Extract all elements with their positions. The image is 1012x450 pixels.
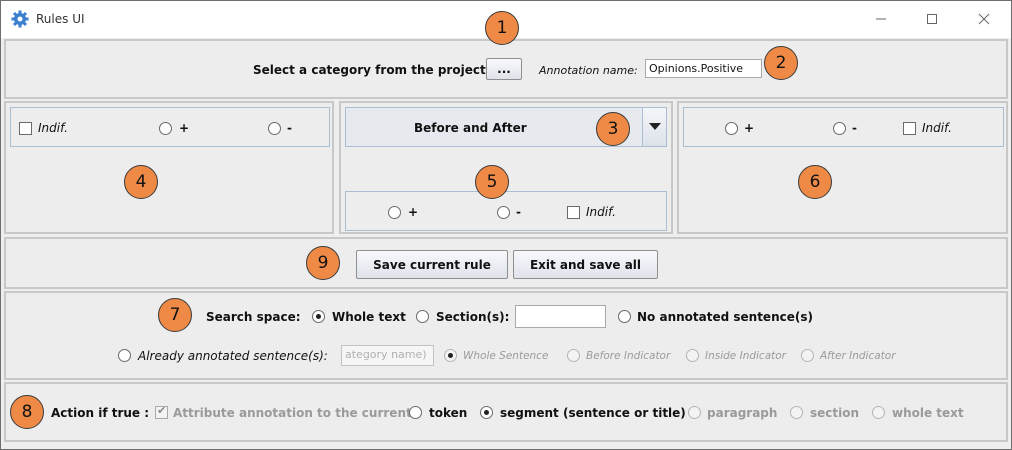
whole-sentence-radio[interactable] [444,349,457,362]
middle-minus-label: - [516,205,521,219]
category-label: Select a category from the project: [253,63,491,77]
already-annotated-radio[interactable] [118,349,131,362]
search-space-panel: Search space: Whole text Section(s): No … [4,291,1008,380]
annotation-name-label: Annotation name: [539,64,638,77]
callout-7: 7 [158,298,192,332]
close-icon[interactable] [964,7,1004,31]
whole-text-action-radio[interactable] [872,406,885,419]
paragraph-radio[interactable] [688,406,701,419]
after-indicator-radio[interactable] [801,349,814,362]
sections-radio[interactable] [416,310,429,323]
before-indicator-label: Before Indicator [586,350,671,362]
before-indicator-radio[interactable] [567,349,580,362]
context-dropdown-value: Before and After [414,121,527,135]
minimize-icon[interactable] [861,7,901,31]
before-indif-label: Indif. [38,121,68,135]
callout-6: 6 [798,165,832,199]
whole-sentence-label: Whole Sentence [463,350,549,362]
after-plus-label: + [744,121,755,135]
callout-3: 3 [596,112,630,146]
before-minus-radio[interactable] [268,122,281,135]
token-label: token [429,406,468,420]
chevron-down-icon[interactable] [642,108,666,146]
no-annotated-label: No annotated sentence(s) [637,310,813,324]
inside-indicator-label: Inside Indicator [705,350,787,362]
after-indicator-label: After Indicator [820,350,896,362]
section-label: section [810,406,860,420]
window-title: Rules UI [36,12,85,26]
whole-text-label: Whole text [332,310,406,324]
callout-4: 4 [124,165,158,199]
middle-indif-label: Indif. [586,205,616,219]
save-current-rule-button[interactable]: Save current rule [356,250,508,279]
callout-9: 9 [306,246,340,280]
browse-category-button[interactable]: ... [486,58,522,80]
callout-5: 5 [475,165,509,199]
callout-2: 2 [764,46,798,80]
segment-radio[interactable] [480,406,493,419]
after-minus-label: - [852,121,857,135]
segment-label: segment (sentence or title) [500,406,686,420]
before-indif-checkbox[interactable] [19,122,32,135]
before-plus-label: + [179,121,190,135]
maximize-icon[interactable] [912,7,952,31]
after-indif-label: Indif. [922,121,952,135]
middle-plus-radio[interactable] [388,206,401,219]
rule-actions-panel: Save current rule Exit and save all [4,237,1008,289]
middle-indif-checkbox[interactable] [567,206,580,219]
after-indif-checkbox[interactable] [903,122,916,135]
whole-text-action-label: whole text [892,406,964,420]
middle-options-row: + - Indif. [345,191,667,231]
middle-minus-radio[interactable] [497,206,510,219]
rules-ui-window: Rules UI Select a category from the proj… [0,0,1012,450]
action-if-true-label: Action if true : [51,406,150,420]
before-options-row: Indif. + - [10,107,330,147]
sections-label: Section(s): [436,310,510,324]
after-context-panel: + - Indif. [677,101,1008,234]
category-panel: Select a category from the project: ... … [4,39,1008,99]
middle-plus-label: + [408,205,419,219]
callout-1: 1 [485,11,519,45]
inside-indicator-radio[interactable] [686,349,699,362]
whole-text-radio[interactable] [312,310,325,323]
gear-icon [11,10,29,28]
attribute-annotation-label: Attribute annotation to the current: [173,406,417,420]
already-annotated-label: Already annotated sentence(s): [138,349,328,363]
annotation-name-field[interactable]: Opinions.Positive [645,59,762,78]
after-minus-radio[interactable] [833,122,846,135]
exit-and-save-all-button[interactable]: Exit and save all [513,250,658,279]
no-annotated-radio[interactable] [618,310,631,323]
before-plus-radio[interactable] [159,122,172,135]
before-minus-label: - [287,121,292,135]
sections-field[interactable] [515,305,606,328]
callout-8: 8 [10,395,44,429]
after-options-row: + - Indif. [683,107,1004,147]
search-space-label: Search space: [206,310,301,324]
section-radio[interactable] [790,406,803,419]
after-plus-radio[interactable] [725,122,738,135]
paragraph-label: paragraph [707,406,778,420]
attribute-annotation-checkbox[interactable] [155,404,168,419]
category-name-field[interactable]: ategory name) [341,345,434,366]
before-context-panel: Indif. + - [4,101,334,234]
action-if-true-panel: Action if true : Attribute annotation to… [4,382,1008,442]
token-radio[interactable] [409,406,422,419]
